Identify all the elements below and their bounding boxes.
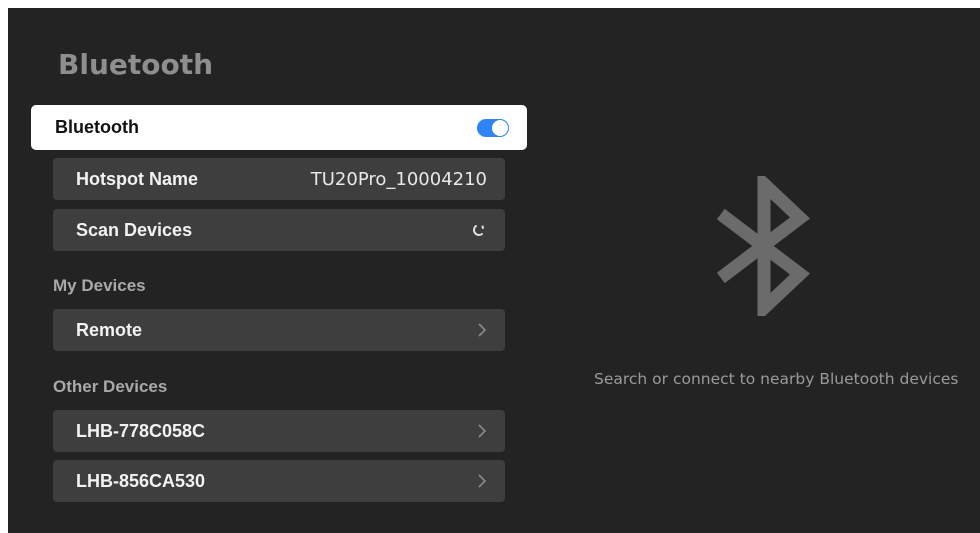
device-name: LHB-778C058C — [76, 420, 206, 441]
page-title: Bluetooth — [58, 48, 214, 81]
chevron-right-icon — [477, 322, 487, 338]
device-row-lhb-856ca530[interactable]: LHB-856CA530 — [53, 460, 505, 502]
bluetooth-toggle-row[interactable]: Bluetooth — [31, 105, 527, 150]
device-row-lhb-778c058c[interactable]: LHB-778C058C — [53, 410, 505, 452]
tv-screen: Bluetooth Bluetooth Hotspot Name TU20Pro… — [8, 8, 980, 533]
loading-spinner-icon — [471, 222, 487, 238]
chevron-right-icon — [477, 423, 487, 439]
chevron-right-icon — [477, 473, 487, 489]
device-row-remote[interactable]: Remote — [53, 309, 505, 351]
empty-state-hint: Search or connect to nearby Bluetooth de… — [594, 370, 959, 388]
bluetooth-switch[interactable] — [477, 118, 509, 137]
hotspot-name-value: TU20Pro_10004210 — [310, 168, 487, 190]
my-devices-heading: My Devices — [53, 276, 146, 295]
scan-devices-row[interactable]: Scan Devices — [53, 209, 505, 251]
device-name: Remote — [76, 319, 143, 340]
hotspot-name-label: Hotspot Name — [76, 168, 199, 189]
other-devices-heading: Other Devices — [53, 377, 168, 396]
bluetooth-toggle-label: Bluetooth — [55, 117, 139, 137]
scan-devices-label: Scan Devices — [76, 219, 193, 240]
device-name: LHB-856CA530 — [76, 470, 206, 491]
bluetooth-icon — [708, 168, 820, 324]
switch-knob — [492, 119, 508, 136]
hotspot-name-row[interactable]: Hotspot Name TU20Pro_10004210 — [53, 158, 505, 200]
